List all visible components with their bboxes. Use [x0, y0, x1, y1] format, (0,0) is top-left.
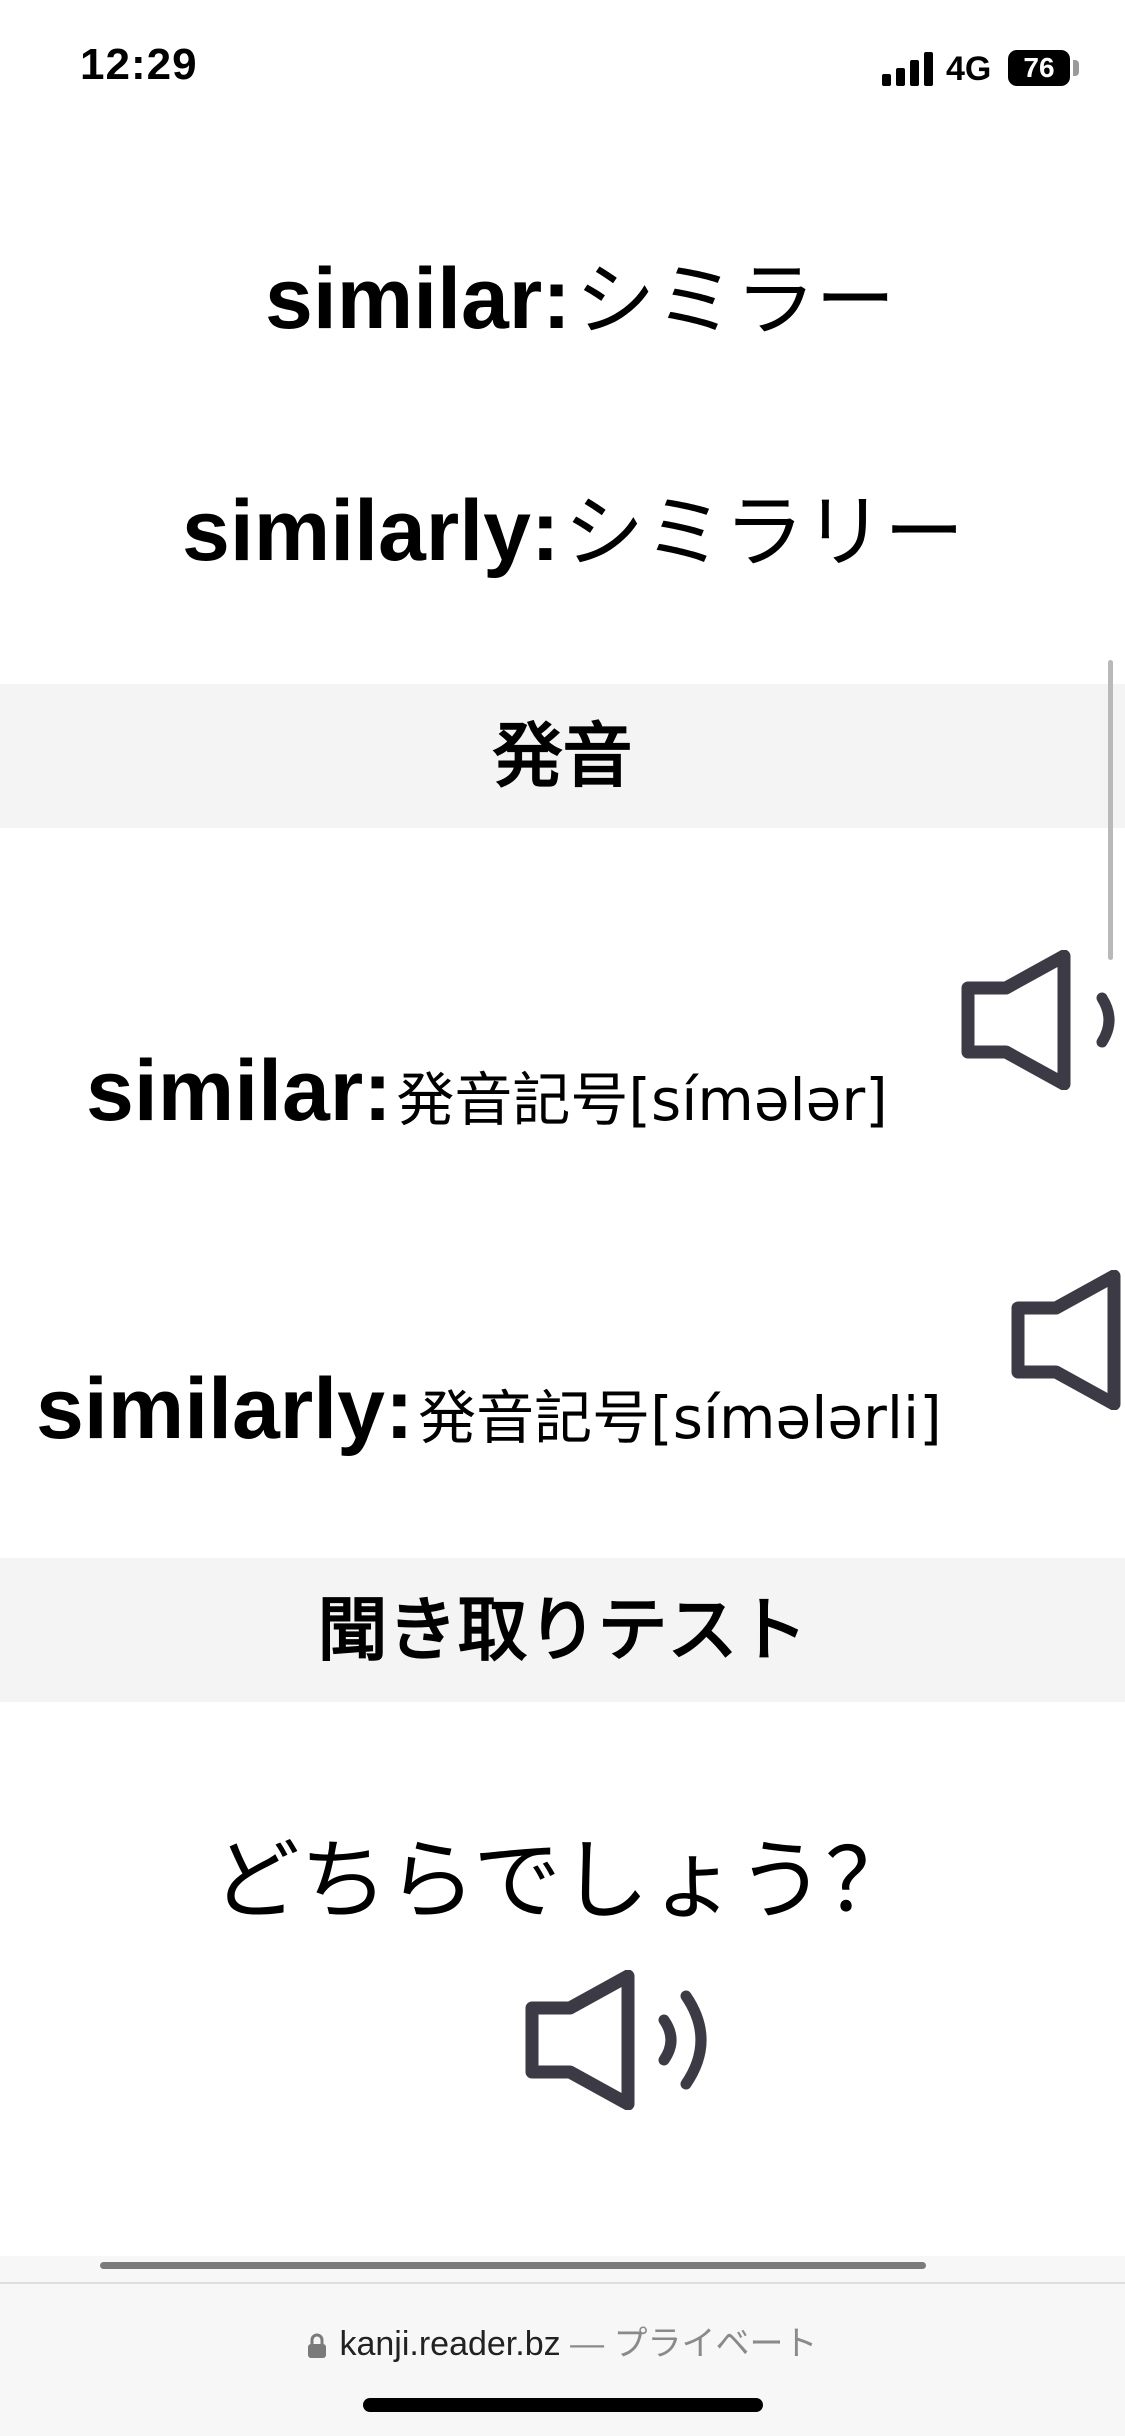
word-label: similarly: — [182, 483, 560, 579]
status-time: 12:29 — [80, 40, 198, 89]
word-label: similarly: — [36, 1361, 414, 1457]
katakana-row-similarly: similarly: シミラリー — [182, 468, 964, 584]
katakana-reading: シミラリー — [564, 486, 965, 579]
ipa-reading: 発音記号[símələr] — [396, 1066, 888, 1134]
home-indicator[interactable] — [363, 2398, 763, 2412]
page-scroll-bar — [100, 2262, 926, 2269]
lock-icon — [308, 2333, 327, 2359]
divider — [0, 2282, 1125, 2284]
listening-question: どちらでしょう？ — [211, 1829, 914, 1932]
url-bar[interactable]: kanji.reader.bz — プライベート — [0, 2316, 1125, 2365]
battery-cap — [1073, 60, 1079, 76]
katakana-reading: シミラー — [575, 254, 896, 347]
speaker-icon[interactable] — [1006, 1270, 1125, 1410]
private-mode-label: — プライベート — [570, 2325, 818, 2363]
battery-icon: 76 — [1008, 50, 1070, 86]
pronunciation-row-similarly: similarly: 発音記号[símələrli] — [36, 1360, 942, 1459]
speaker-icon[interactable] — [520, 1970, 730, 2110]
katakana-row-similar: similar: シミラー — [265, 236, 895, 352]
network-type: 4G — [946, 50, 992, 88]
url-text: kanji.reader.bz — [339, 2325, 561, 2363]
status-bar: 12:29 4G 76 — [0, 0, 1125, 140]
listening-test-header: 聞き取りテスト — [0, 1558, 1125, 1702]
word-label: similar: — [86, 1043, 392, 1139]
pronunciation-header: 発音 — [0, 684, 1125, 828]
cellular-signal-icon — [882, 52, 936, 86]
word-label: similar: — [265, 251, 571, 347]
scroll-indicator[interactable] — [1108, 660, 1113, 960]
speaker-icon[interactable] — [956, 950, 1125, 1090]
ipa-reading: 発音記号[símələrli] — [418, 1384, 942, 1452]
pronunciation-row-similar: similar: 発音記号[símələr] — [86, 1042, 888, 1141]
